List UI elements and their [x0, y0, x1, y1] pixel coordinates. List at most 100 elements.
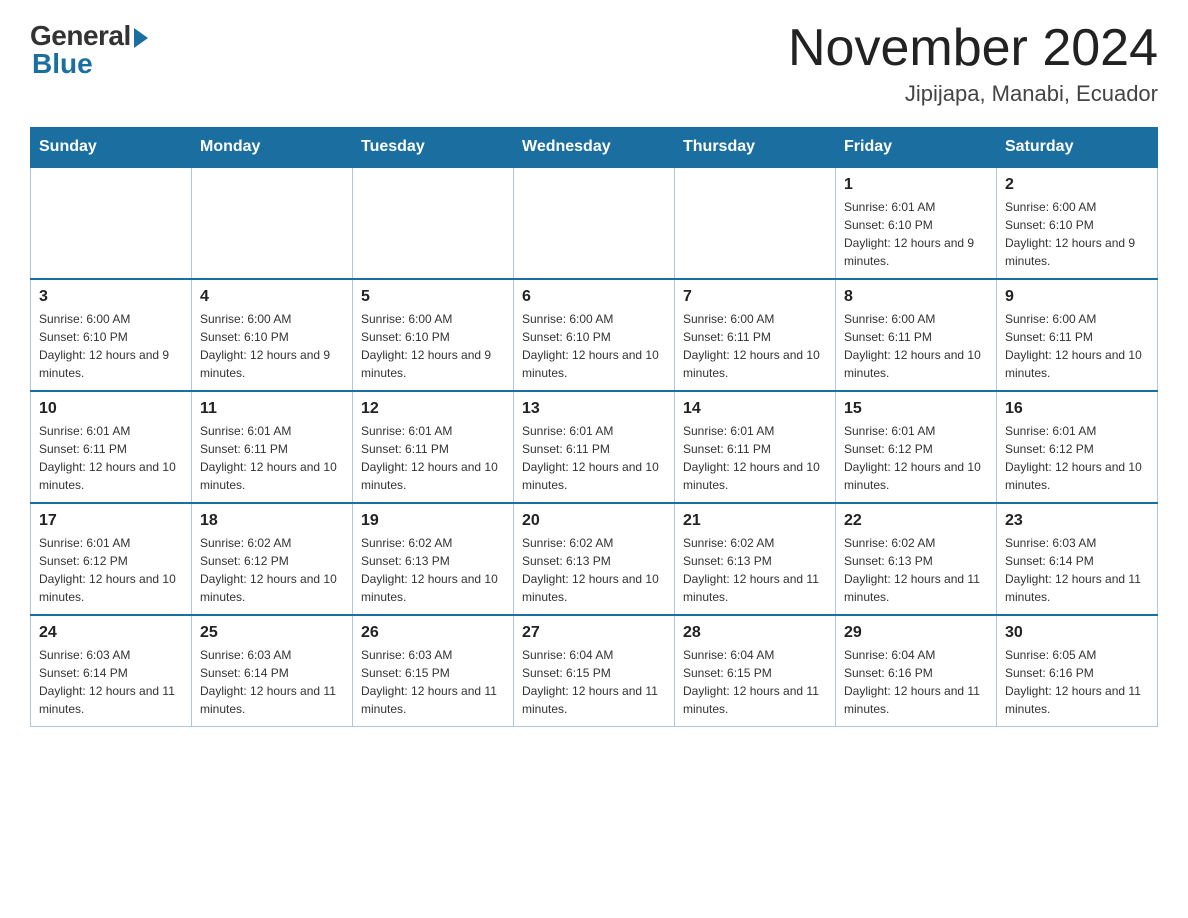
logo: General Blue	[30, 20, 148, 80]
day-info: Sunrise: 6:01 AMSunset: 6:11 PMDaylight:…	[361, 422, 505, 494]
column-header-thursday: Thursday	[675, 128, 836, 168]
day-number: 3	[39, 288, 183, 306]
day-info: Sunrise: 6:00 AMSunset: 6:11 PMDaylight:…	[1005, 310, 1149, 382]
day-number: 13	[522, 400, 666, 418]
day-number: 25	[200, 624, 344, 642]
calendar-cell: 11 Sunrise: 6:01 AMSunset: 6:11 PMDayligh…	[192, 391, 353, 503]
calendar-cell: 15 Sunrise: 6:01 AMSunset: 6:12 PMDayligh…	[836, 391, 997, 503]
calendar-cell: 19 Sunrise: 6:02 AMSunset: 6:13 PMDayligh…	[353, 503, 514, 615]
day-number: 14	[683, 400, 827, 418]
calendar-cell: 23Sunrise: 6:03 AMSunset: 6:14 PMDayligh…	[997, 503, 1158, 615]
day-info: Sunrise: 6:01 AMSunset: 6:12 PMDaylight:…	[1005, 422, 1149, 494]
day-number: 7	[683, 288, 827, 306]
day-info: Sunrise: 6:00 AMSunset: 6:10 PMDaylight:…	[200, 310, 344, 382]
day-number: 30	[1005, 624, 1149, 642]
day-number: 17	[39, 512, 183, 530]
day-info: Sunrise: 6:03 AMSunset: 6:14 PMDaylight:…	[1005, 534, 1149, 606]
column-header-sunday: Sunday	[31, 128, 192, 168]
day-number: 2	[1005, 176, 1149, 194]
day-info: Sunrise: 6:03 AMSunset: 6:14 PMDaylight:…	[200, 646, 344, 718]
day-info: Sunrise: 6:00 AMSunset: 6:10 PMDaylight:…	[39, 310, 183, 382]
day-info: Sunrise: 6:05 AMSunset: 6:16 PMDaylight:…	[1005, 646, 1149, 718]
day-number: 16	[1005, 400, 1149, 418]
calendar-cell	[514, 167, 675, 279]
column-header-friday: Friday	[836, 128, 997, 168]
calendar-cell: 2 Sunrise: 6:00 AMSunset: 6:10 PMDaylight…	[997, 167, 1158, 279]
calendar-cell	[675, 167, 836, 279]
day-info: Sunrise: 6:00 AMSunset: 6:11 PMDaylight:…	[683, 310, 827, 382]
day-info: Sunrise: 6:00 AMSunset: 6:10 PMDaylight:…	[361, 310, 505, 382]
calendar-cell	[31, 167, 192, 279]
calendar-table: SundayMondayTuesdayWednesdayThursdayFrid…	[30, 127, 1158, 727]
day-info: Sunrise: 6:01 AMSunset: 6:11 PMDaylight:…	[200, 422, 344, 494]
calendar-week-3: 10 Sunrise: 6:01 AMSunset: 6:11 PMDayligh…	[31, 391, 1158, 503]
day-number: 22	[844, 512, 988, 530]
day-number: 19	[361, 512, 505, 530]
day-number: 29	[844, 624, 988, 642]
day-info: Sunrise: 6:00 AMSunset: 6:11 PMDaylight:…	[844, 310, 988, 382]
day-info: Sunrise: 6:01 AMSunset: 6:11 PMDaylight:…	[39, 422, 183, 494]
logo-arrow-icon	[134, 28, 148, 48]
day-info: Sunrise: 6:04 AMSunset: 6:15 PMDaylight:…	[683, 646, 827, 718]
day-number: 28	[683, 624, 827, 642]
calendar-cell: 29 Sunrise: 6:04 AMSunset: 6:16 PMDayligh…	[836, 615, 997, 727]
calendar-cell: 25 Sunrise: 6:03 AMSunset: 6:14 PMDayligh…	[192, 615, 353, 727]
day-number: 1	[844, 176, 988, 194]
day-number: 12	[361, 400, 505, 418]
calendar-cell: 10 Sunrise: 6:01 AMSunset: 6:11 PMDayligh…	[31, 391, 192, 503]
calendar-cell: 3 Sunrise: 6:00 AMSunset: 6:10 PMDaylight…	[31, 279, 192, 391]
calendar-subtitle: Jipijapa, Manabi, Ecuador	[788, 81, 1158, 107]
day-info: Sunrise: 6:00 AMSunset: 6:10 PMDaylight:…	[522, 310, 666, 382]
calendar-cell: 22 Sunrise: 6:02 AMSunset: 6:13 PMDayligh…	[836, 503, 997, 615]
calendar-cell: 17 Sunrise: 6:01 AMSunset: 6:12 PMDayligh…	[31, 503, 192, 615]
day-number: 5	[361, 288, 505, 306]
column-header-wednesday: Wednesday	[514, 128, 675, 168]
page-header: General Blue November 2024 Jipijapa, Man…	[30, 20, 1158, 107]
calendar-cell: 26Sunrise: 6:03 AMSunset: 6:15 PMDayligh…	[353, 615, 514, 727]
day-number: 8	[844, 288, 988, 306]
day-number: 6	[522, 288, 666, 306]
day-info: Sunrise: 6:02 AMSunset: 6:13 PMDaylight:…	[522, 534, 666, 606]
day-info: Sunrise: 6:01 AMSunset: 6:11 PMDaylight:…	[522, 422, 666, 494]
calendar-cell: 8 Sunrise: 6:00 AMSunset: 6:11 PMDaylight…	[836, 279, 997, 391]
day-info: Sunrise: 6:04 AMSunset: 6:15 PMDaylight:…	[522, 646, 666, 718]
day-info: Sunrise: 6:01 AMSunset: 6:10 PMDaylight:…	[844, 198, 988, 270]
calendar-cell: 7 Sunrise: 6:00 AMSunset: 6:11 PMDaylight…	[675, 279, 836, 391]
day-info: Sunrise: 6:02 AMSunset: 6:12 PMDaylight:…	[200, 534, 344, 606]
logo-blue-text: Blue	[32, 48, 93, 80]
day-info: Sunrise: 6:04 AMSunset: 6:16 PMDaylight:…	[844, 646, 988, 718]
day-number: 10	[39, 400, 183, 418]
calendar-cell: 24 Sunrise: 6:03 AMSunset: 6:14 PMDayligh…	[31, 615, 192, 727]
calendar-cell: 14Sunrise: 6:01 AMSunset: 6:11 PMDayligh…	[675, 391, 836, 503]
calendar-week-2: 3 Sunrise: 6:00 AMSunset: 6:10 PMDaylight…	[31, 279, 1158, 391]
day-number: 15	[844, 400, 988, 418]
day-info: Sunrise: 6:01 AMSunset: 6:12 PMDaylight:…	[844, 422, 988, 494]
calendar-cell: 21 Sunrise: 6:02 AMSunset: 6:13 PMDayligh…	[675, 503, 836, 615]
calendar-week-1: 1 Sunrise: 6:01 AMSunset: 6:10 PMDaylight…	[31, 167, 1158, 279]
day-info: Sunrise: 6:01 AMSunset: 6:12 PMDaylight:…	[39, 534, 183, 606]
calendar-cell: 28 Sunrise: 6:04 AMSunset: 6:15 PMDayligh…	[675, 615, 836, 727]
calendar-cell: 9 Sunrise: 6:00 AMSunset: 6:11 PMDaylight…	[997, 279, 1158, 391]
calendar-cell: 12 Sunrise: 6:01 AMSunset: 6:11 PMDayligh…	[353, 391, 514, 503]
calendar-cell: 20 Sunrise: 6:02 AMSunset: 6:13 PMDayligh…	[514, 503, 675, 615]
calendar-cell: 1 Sunrise: 6:01 AMSunset: 6:10 PMDaylight…	[836, 167, 997, 279]
calendar-cell: 27Sunrise: 6:04 AMSunset: 6:15 PMDayligh…	[514, 615, 675, 727]
day-info: Sunrise: 6:02 AMSunset: 6:13 PMDaylight:…	[683, 534, 827, 606]
calendar-cell	[192, 167, 353, 279]
day-info: Sunrise: 6:03 AMSunset: 6:14 PMDaylight:…	[39, 646, 183, 718]
day-info: Sunrise: 6:00 AMSunset: 6:10 PMDaylight:…	[1005, 198, 1149, 270]
day-number: 4	[200, 288, 344, 306]
day-number: 9	[1005, 288, 1149, 306]
column-header-monday: Monday	[192, 128, 353, 168]
calendar-cell	[353, 167, 514, 279]
day-number: 20	[522, 512, 666, 530]
day-number: 11	[200, 400, 344, 418]
day-number: 24	[39, 624, 183, 642]
calendar-week-4: 17 Sunrise: 6:01 AMSunset: 6:12 PMDayligh…	[31, 503, 1158, 615]
day-info: Sunrise: 6:02 AMSunset: 6:13 PMDaylight:…	[361, 534, 505, 606]
calendar-header-row: SundayMondayTuesdayWednesdayThursdayFrid…	[31, 128, 1158, 168]
column-header-tuesday: Tuesday	[353, 128, 514, 168]
day-info: Sunrise: 6:02 AMSunset: 6:13 PMDaylight:…	[844, 534, 988, 606]
calendar-cell: 18Sunrise: 6:02 AMSunset: 6:12 PMDayligh…	[192, 503, 353, 615]
day-number: 21	[683, 512, 827, 530]
